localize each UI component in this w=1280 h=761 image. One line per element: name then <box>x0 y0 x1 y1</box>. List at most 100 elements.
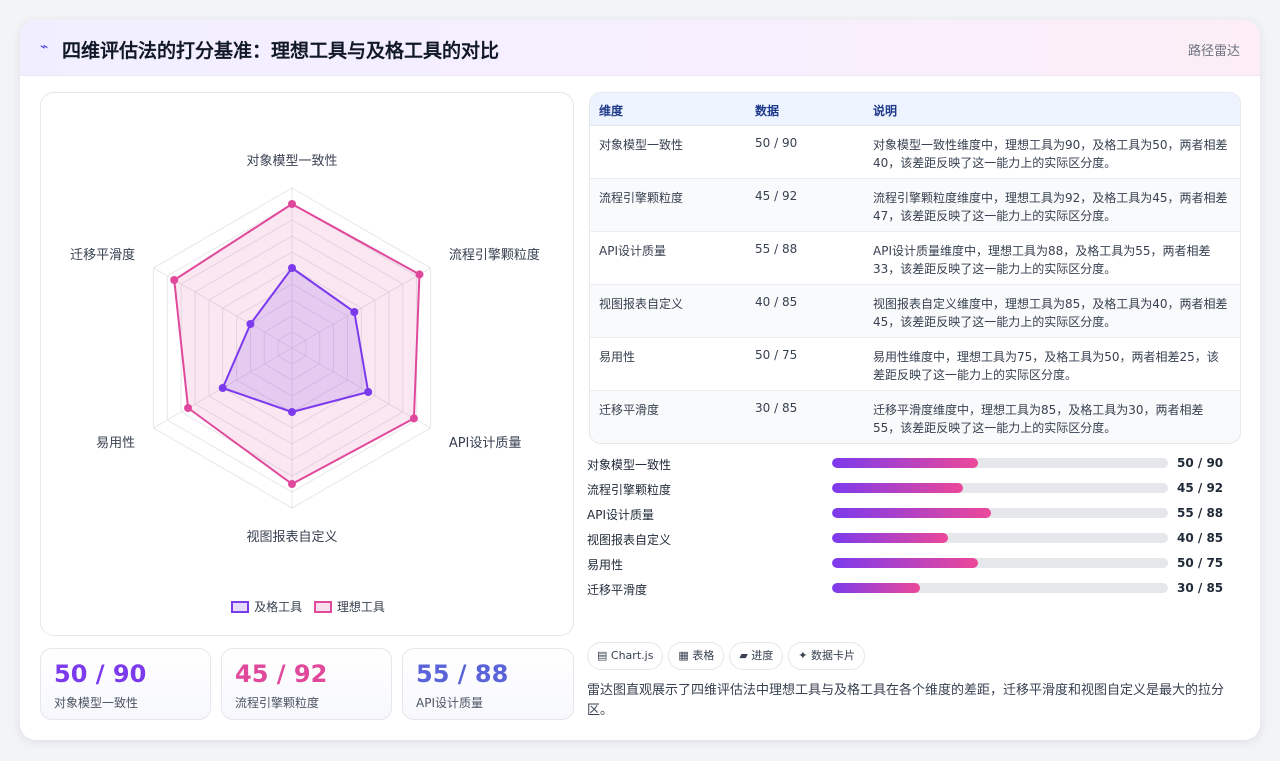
cell-dimension: 对象模型一致性 <box>599 138 684 152</box>
chip-label: 表格 <box>692 649 715 662</box>
cell-data: 55 / 88 <box>755 242 798 256</box>
progress-label: 视图报表自定义 <box>587 533 672 547</box>
cell-dimension: API设计质量 <box>599 244 666 258</box>
data-point <box>415 270 424 279</box>
axis-label: 迁移平滑度 <box>70 247 135 263</box>
data-point <box>350 308 359 316</box>
axis-label: 视图报表自定义 <box>246 530 337 545</box>
axis-label: API设计质量 <box>449 436 522 451</box>
progress-label: 流程引擎颗粒度 <box>587 483 672 497</box>
data-point <box>218 384 227 392</box>
cell-note: 流程引擎颗粒度维度中，理想工具为92，及格工具为45，两者相差47，该差距反映了… <box>873 191 1228 223</box>
cell-data: 45 / 92 <box>755 189 798 203</box>
progress-row: API设计质量 55 / 88 <box>587 502 1241 527</box>
cell-note: 易用性维度中，理想工具为75，及格工具为50，两者相差25，该差距反映了这一能力… <box>873 350 1219 382</box>
cell-data: 40 / 85 <box>755 295 798 309</box>
table-row: API设计质量 55 / 88 API设计质量维度中，理想工具为88，及格工具为… <box>590 232 1240 285</box>
cell-data: 50 / 90 <box>755 136 798 150</box>
progress-row: 流程引擎颗粒度 45 / 92 <box>587 477 1241 502</box>
progress-row: 对象模型一致性 50 / 90 <box>587 452 1241 477</box>
progress-track <box>832 483 1168 493</box>
progress-fill <box>832 508 991 518</box>
radar-chart: 对象模型一致性流程引擎颗粒度 API设计质量视图报表自定义 易用性 迁移平滑度 <box>70 154 540 545</box>
progress-icon: ▰ <box>739 649 748 662</box>
stat-label: 流程引擎颗粒度 <box>235 696 320 710</box>
main-card: ⌁ 四维评估法的打分基准：理想工具与及格工具的对比 路径雷达 对象模型一致性 流程… <box>20 20 1260 740</box>
cell-dimension: 易用性 <box>599 350 636 364</box>
data-table: 维度 数据 说明 对象模型一致性 50 / 90 对象模型一致性维度中，理想工具… <box>589 92 1241 444</box>
progress-value: 30 / 85 <box>1177 581 1224 595</box>
progress-label: API设计质量 <box>587 508 654 522</box>
progress-fill <box>832 458 978 468</box>
column-header: 说明 <box>873 104 898 118</box>
legend-swatch-passing <box>231 600 250 613</box>
legend-item-ideal[interactable]: 理想工具 <box>313 598 385 615</box>
chart-legend: 及格工具 理想工具 <box>41 598 575 616</box>
stat-value: 50 / 90 <box>54 660 147 688</box>
progress-label: 易用性 <box>587 558 624 572</box>
tag-chips: ▤ Chart.js ▦ 表格 ▰ 进度 ✦ 数据卡片 <box>587 642 870 672</box>
stat-value: 45 / 92 <box>235 660 328 688</box>
stat-value: 55 / 88 <box>416 660 509 688</box>
data-point <box>184 404 193 412</box>
stat-card: 45 / 92 流程引擎颗粒度 <box>221 648 392 720</box>
progress-value: 45 / 92 <box>1177 481 1224 495</box>
header: ⌁ 四维评估法的打分基准：理想工具与及格工具的对比 路径雷达 <box>20 20 1260 76</box>
data-point <box>288 200 296 208</box>
progress-row: 迁移平滑度 30 / 85 <box>587 577 1241 602</box>
progress-value: 40 / 85 <box>1177 531 1224 545</box>
cell-dimension: 流程引擎颗粒度 <box>599 191 684 205</box>
progress-list: 对象模型一致性 50 / 90 流程引擎颗粒度 45 / 92 API设计质量 … <box>587 452 1241 602</box>
data-point <box>288 408 296 416</box>
legend-item-passing[interactable]: 及格工具 <box>231 598 302 615</box>
chip-label: Chart.js <box>610 649 654 662</box>
table-row: 迁移平滑度 30 / 85 迁移平滑度维度中，理想工具为85，及格工具为30，两… <box>590 391 1240 443</box>
data-point <box>288 264 296 272</box>
cell-dimension: 迁移平滑度 <box>599 403 660 417</box>
chip-data-card[interactable]: ✦ 数据卡片 <box>788 642 866 670</box>
chip-chartjs[interactable]: ▤ Chart.js <box>587 642 664 670</box>
table-row: 易用性 50 / 75 易用性维度中，理想工具为75，及格工具为50，两者相差2… <box>590 338 1240 391</box>
table-header: 维度 数据 说明 <box>590 93 1240 126</box>
cell-note: 迁移平滑度维度中，理想工具为85，及格工具为30，两者相差55，该差距反映了这一… <box>873 403 1204 435</box>
progress-fill <box>832 583 920 593</box>
cell-dimension: 视图报表自定义 <box>599 297 684 311</box>
progress-track <box>832 558 1168 568</box>
data-point <box>409 414 418 423</box>
stat-card: 50 / 90 对象模型一致性 <box>40 648 211 720</box>
chart-icon: ▤ <box>597 649 608 662</box>
data-point <box>288 480 296 488</box>
progress-row: 视图报表自定义 40 / 85 <box>587 527 1241 552</box>
progress-track <box>832 533 1168 543</box>
progress-row: 易用性 50 / 75 <box>587 552 1241 577</box>
axis-label: 流程引擎颗粒度 <box>449 247 540 263</box>
data-point <box>170 276 179 284</box>
progress-label: 对象模型一致性 <box>587 458 672 472</box>
chip-table[interactable]: ▦ 表格 <box>668 642 725 670</box>
stat-label: 对象模型一致性 <box>54 696 139 710</box>
chip-label: 数据卡片 <box>811 649 856 662</box>
trend-icon: ⌁ <box>40 39 49 55</box>
cell-note: API设计质量维度中，理想工具为88，及格工具为55，两者相差33，该差距反映了… <box>873 244 1211 276</box>
stat-cards: 50 / 90 对象模型一致性 45 / 92 流程引擎颗粒度 55 / 88 … <box>40 648 574 720</box>
progress-track <box>832 458 1168 468</box>
table-row: 视图报表自定义 40 / 85 视图报表自定义维度中，理想工具为85，及格工具为… <box>590 285 1240 338</box>
data-point <box>364 388 373 396</box>
progress-value: 50 / 90 <box>1177 456 1224 470</box>
legend-label-passing: 及格工具 <box>254 600 303 614</box>
summary-text: 雷达图直观展示了四维评估法中理想工具与及格工具在各个维度的差距，迁移平滑度和视图… <box>587 683 1225 718</box>
table-row: 对象模型一致性 50 / 90 对象模型一致性维度中，理想工具为90，及格工具为… <box>590 126 1240 179</box>
chip-label: 进度 <box>751 649 774 662</box>
radar-chart-panel: 对象模型一致性 流程引擎颗粒度 API设计质量 视图报表自定义 易用性 迁移平滑度 及格工… <box>40 92 574 636</box>
progress-fill <box>832 483 963 493</box>
data-point <box>246 320 255 328</box>
axis-label: 易用性 <box>96 436 135 451</box>
progress-track <box>832 583 1168 593</box>
stat-card: 55 / 88 API设计质量 <box>402 648 574 720</box>
chip-progress[interactable]: ▰ 进度 <box>729 642 784 670</box>
page-title: 四维评估法的打分基准：理想工具与及格工具的对比 <box>62 40 500 62</box>
cell-data: 50 / 75 <box>755 348 798 362</box>
progress-label: 迁移平滑度 <box>587 583 648 597</box>
table-icon: ▦ <box>678 649 689 662</box>
chart-type-label: 路径雷达 <box>1187 44 1240 59</box>
